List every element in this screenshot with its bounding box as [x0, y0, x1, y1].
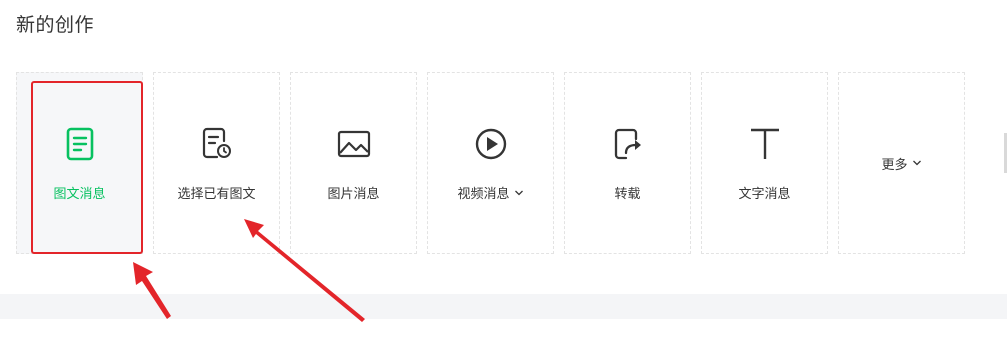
create-options: 图文消息 选择已有图文 图片消息 视频消息 转载 文字消息 更多: [16, 72, 965, 254]
card-label: 转载: [614, 187, 641, 202]
card-label: 选择已有图文: [177, 187, 256, 202]
card-repost[interactable]: 转载: [564, 72, 691, 254]
chevron-down-icon[interactable]: [514, 188, 524, 198]
card-video-message[interactable]: 视频消息: [427, 72, 554, 254]
card-more[interactable]: 更多: [838, 72, 965, 254]
card-label: 视频消息: [457, 187, 510, 202]
existing-article-icon: [200, 127, 234, 161]
card-text-message[interactable]: 文字消息: [701, 72, 828, 254]
card-label-row: 视频消息: [457, 183, 523, 202]
image-icon: [337, 127, 371, 161]
card-label: 文字消息: [738, 187, 791, 202]
card-select-existing-article[interactable]: 选择已有图文: [153, 72, 280, 254]
footer-band: [0, 294, 1007, 319]
chevron-down-icon: [912, 160, 921, 166]
card-label: 图片消息: [327, 187, 380, 202]
card-article-message[interactable]: 图文消息: [16, 72, 143, 254]
article-icon: [63, 127, 97, 161]
repost-icon: [611, 127, 645, 161]
card-image-message[interactable]: 图片消息: [290, 72, 417, 254]
section-title: 新的创作: [16, 14, 95, 36]
card-label: 图文消息: [53, 187, 106, 202]
card-label: 更多: [881, 157, 908, 173]
video-play-icon: [474, 127, 508, 161]
card-label-row: 更多: [881, 154, 921, 173]
text-icon: [748, 127, 782, 161]
